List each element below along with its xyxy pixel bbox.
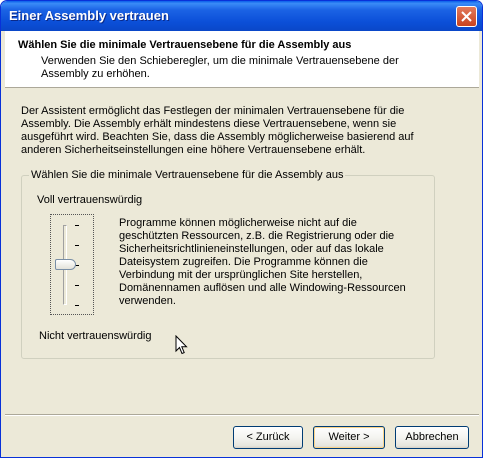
slider-thumb[interactable]	[55, 259, 76, 270]
next-button[interactable]: Weiter >	[313, 426, 385, 449]
slider-tick	[75, 245, 79, 246]
window-title: Einer Assembly vertrauen	[9, 8, 169, 23]
wizard-description: Der Assistent ermöglicht das Festlegen d…	[21, 105, 414, 156]
trust-level-description: Programme können möglicherweise nicht au…	[119, 217, 406, 307]
header-subtitle: Verwenden Sie den Schieberegler, um die …	[41, 55, 399, 80]
no-trust-label: Nicht vertrauenswürdig	[39, 330, 152, 342]
slider-tick	[75, 285, 79, 286]
assembly-trust-dialog: Einer Assembly vertrauen Wählen Sie die …	[0, 0, 483, 458]
trust-level-slider[interactable]	[50, 214, 94, 315]
full-trust-label: Voll vertrauenswürdig	[37, 194, 143, 206]
back-button[interactable]: < Zurück	[233, 426, 303, 449]
header-title: Wählen Sie die minimale Vertrauensebene …	[18, 39, 352, 51]
wizard-header: Wählen Sie die minimale Vertrauensebene …	[5, 31, 479, 88]
button-separator	[5, 414, 479, 416]
slider-tick	[75, 225, 79, 226]
title-bar: Einer Assembly vertrauen	[1, 1, 482, 31]
cancel-button[interactable]: Abbrechen	[395, 426, 469, 449]
close-button[interactable]	[456, 6, 477, 27]
slider-tick	[75, 305, 79, 306]
group-label: Wählen Sie die minimale Vertrauensebene …	[29, 169, 346, 181]
mouse-pointer-icon	[175, 335, 188, 355]
close-icon	[461, 11, 472, 22]
